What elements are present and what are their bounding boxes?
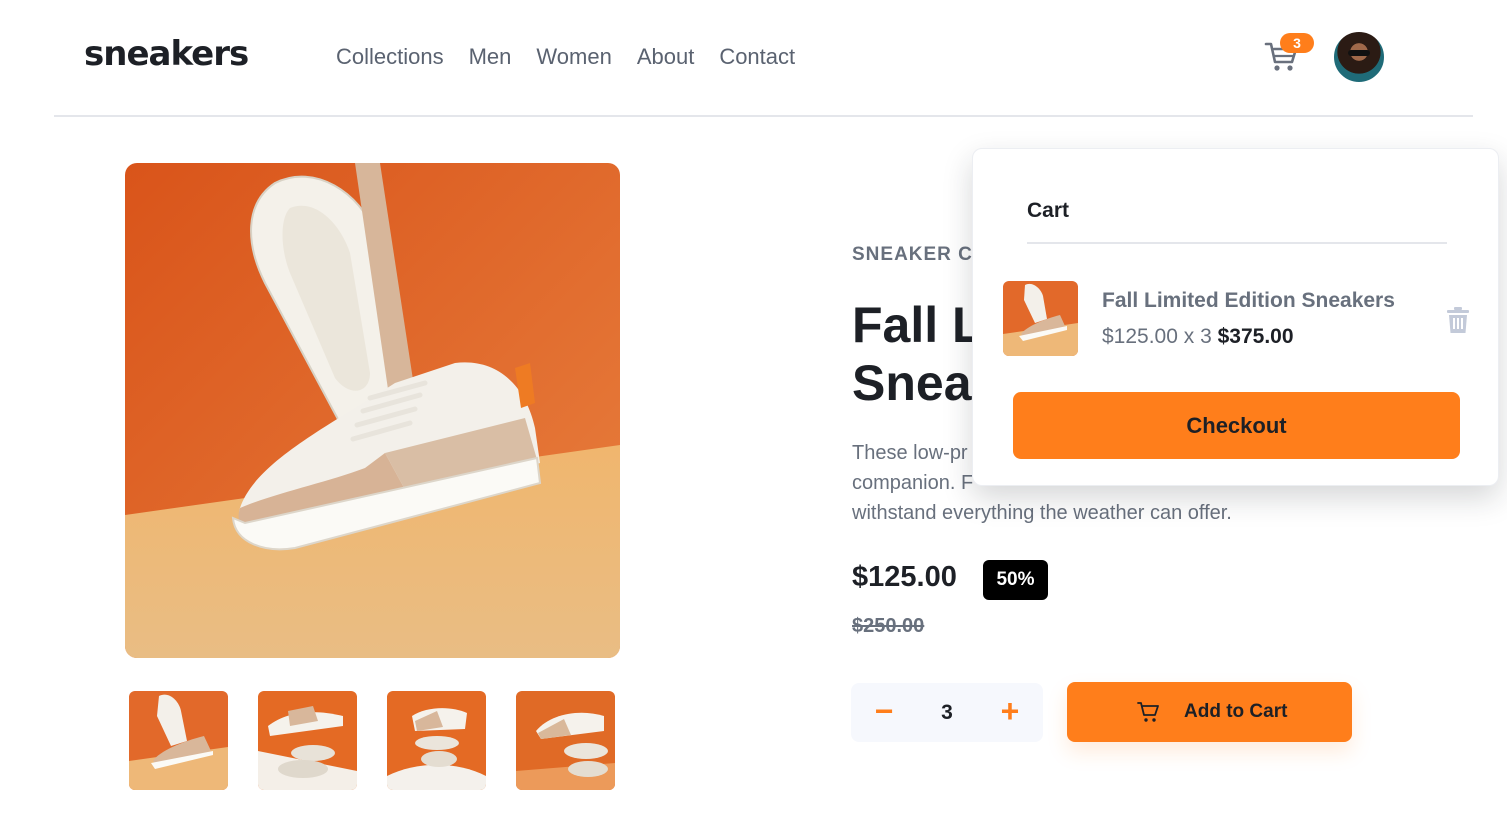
current-price: $125.00 xyxy=(852,561,957,593)
site-header: sneakers Collections Men Women About Con… xyxy=(54,0,1473,117)
cart-item-price-line: $125.00 x 3 $375.00 xyxy=(1102,325,1294,349)
user-avatar[interactable] xyxy=(1332,30,1386,84)
sneaker-photo xyxy=(125,163,620,658)
avatar-glasses xyxy=(1348,50,1370,56)
company-label: SNEAKER CO xyxy=(852,244,989,265)
quantity-stepper: − 3 + xyxy=(851,683,1043,742)
checkout-button[interactable]: Checkout xyxy=(1013,392,1460,459)
description-line-3: withstand everything the weather can off… xyxy=(852,502,1232,524)
cart-item-thumbnail xyxy=(1003,281,1078,356)
quantity-increase-button[interactable]: + xyxy=(982,683,1038,742)
cart-title: Cart xyxy=(1027,199,1070,222)
brand-logo[interactable]: sneakers xyxy=(84,34,249,74)
nav-item-women[interactable]: Women xyxy=(536,44,611,70)
add-to-cart-button[interactable]: Add to Cart xyxy=(1067,682,1352,742)
nav-item-contact[interactable]: Contact xyxy=(719,44,795,70)
cart-dropdown: Cart Fall Limited Edition Sneakers $125.… xyxy=(972,148,1499,486)
quantity-value: 3 xyxy=(941,701,953,724)
nav-item-about[interactable]: About xyxy=(637,44,695,70)
cart-item-unit-price: $125.00 x 3 xyxy=(1102,325,1212,348)
thumbnail-row xyxy=(129,691,615,790)
cart-divider xyxy=(1027,242,1447,244)
product-main-image[interactable] xyxy=(125,163,620,658)
main-nav: Collections Men Women About Contact xyxy=(336,44,795,70)
discount-badge: 50% xyxy=(983,560,1048,600)
delete-item-button[interactable] xyxy=(1447,307,1471,333)
quantity-decrease-button[interactable]: − xyxy=(856,683,912,742)
original-price: $250.00 xyxy=(852,615,925,637)
cart-item-total: $375.00 xyxy=(1217,325,1294,348)
cart-icon xyxy=(1137,702,1159,722)
product-thumbnail-3[interactable] xyxy=(387,691,486,790)
nav-item-men[interactable]: Men xyxy=(469,44,512,70)
product-thumbnail-4[interactable] xyxy=(516,691,615,790)
product-thumbnail-1[interactable] xyxy=(129,691,228,790)
product-thumbnail-2[interactable] xyxy=(258,691,357,790)
nav-item-collections[interactable]: Collections xyxy=(336,44,444,70)
cart-count-badge: 3 xyxy=(1280,33,1314,53)
add-to-cart-label: Add to Cart xyxy=(1184,701,1288,722)
trash-icon xyxy=(1447,307,1469,333)
cart-item-name: Fall Limited Edition Sneakers xyxy=(1102,289,1395,312)
